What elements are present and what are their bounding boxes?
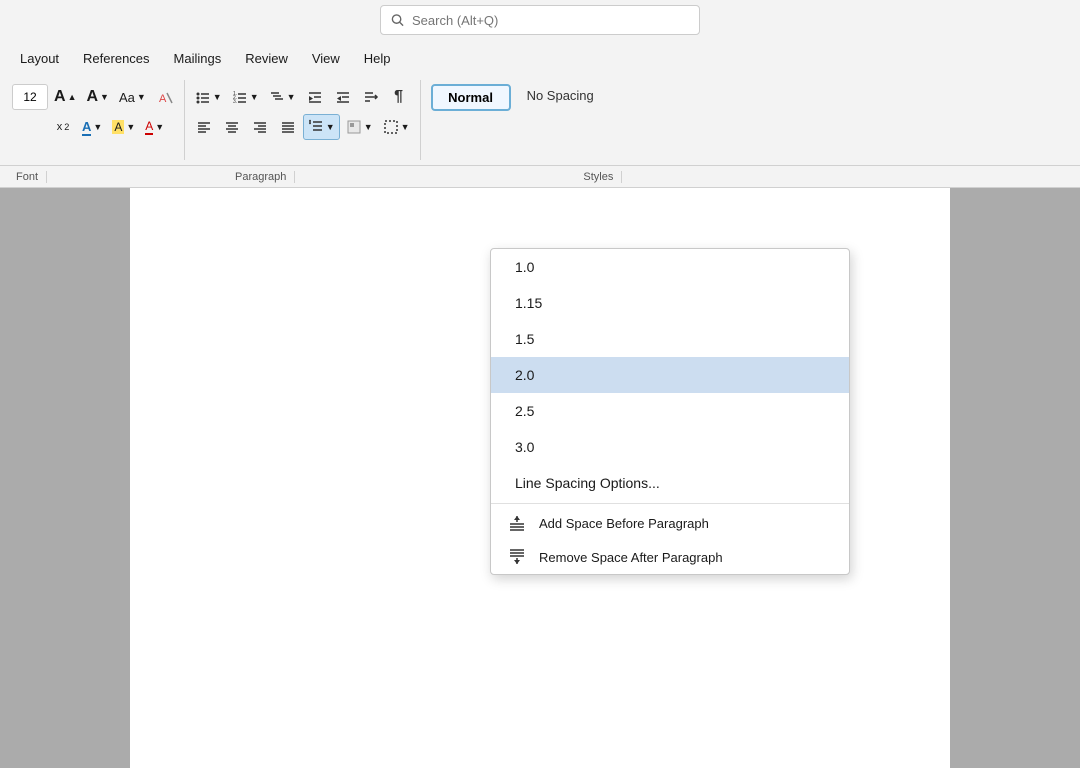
align-center-btn[interactable] [219,114,245,140]
title-bar [0,0,1080,40]
font-color-btn[interactable]: A ▼ [78,114,106,140]
sort-btn[interactable] [358,84,384,110]
align-left-btn[interactable] [191,114,217,140]
spacing-1-15[interactable]: 1.15 [491,285,849,321]
spacing-1-0[interactable]: 1.0 [491,249,849,285]
shading-btn[interactable]: ▼ [342,114,377,140]
align-right-btn[interactable] [247,114,273,140]
search-icon [391,13,404,27]
remove-space-after-paragraph[interactable]: Remove Space After Paragraph [491,540,849,574]
search-box[interactable] [380,5,700,35]
show-formatting-btn[interactable]: ¶ [386,84,412,110]
add-space-icon [507,515,527,531]
spacing-3-0[interactable]: 3.0 [491,429,849,465]
clear-format-btn[interactable]: A [152,84,178,110]
font-size-value: 12 [23,90,36,104]
add-space-before-paragraph[interactable]: Add Space Before Paragraph [491,506,849,540]
menu-bar: Layout References Mailings Review View H… [0,40,1080,76]
style-no-spacing[interactable]: No Spacing [519,84,602,107]
font-size-box[interactable]: 12 [12,84,48,110]
spacing-3-0-label: 3.0 [515,439,534,455]
paragraph-label: Paragraph [227,171,295,183]
borders-btn[interactable]: ▼ [379,114,414,140]
menu-item-help[interactable]: Help [354,47,401,70]
line-spacing-btn[interactable]: ▼ [303,114,340,140]
styles-label: Styles [575,171,622,183]
style-normal[interactable]: Normal [431,84,511,111]
dropdown-divider [491,503,849,504]
svg-text:3.: 3. [233,99,237,105]
style-normal-label: Normal [448,90,493,105]
menu-item-layout[interactable]: Layout [10,47,69,70]
font-case-btn[interactable]: Aa ▼ [115,84,150,110]
text-color-btn[interactable]: A ▼ [141,114,168,140]
svg-text:A: A [159,93,167,105]
decrease-font-btn[interactable]: A▼ [82,84,112,110]
remove-space-after-label: Remove Space After Paragraph [539,550,723,565]
ribbon: 12 A▲ A▼ Aa ▼ A x2 A ▼ [0,76,1080,166]
menu-item-view[interactable]: View [302,47,350,70]
multilevel-list-btn[interactable]: ▼ [265,84,300,110]
ribbon-bottom-labels: Font Paragraph Styles [0,166,1080,188]
line-spacing-dropdown: 1.0 1.15 1.5 2.0 2.5 3.0 Line Spacing Op… [490,248,850,575]
font-label: Font [8,171,47,183]
search-input[interactable] [412,13,689,28]
spacing-1-5-label: 1.5 [515,331,534,347]
bullet-list-btn[interactable]: ▼ [191,84,226,110]
spacing-1-0-label: 1.0 [515,259,534,275]
add-space-before-label: Add Space Before Paragraph [539,516,709,531]
line-spacing-options[interactable]: Line Spacing Options... [491,465,849,501]
remove-space-icon [507,549,527,565]
justify-btn[interactable] [275,114,301,140]
subscript-btn[interactable]: x2 [50,114,76,140]
numbered-list-btn[interactable]: 1.2.3. ▼ [228,84,263,110]
menu-item-references[interactable]: References [73,47,159,70]
spacing-1-15-label: 1.15 [515,295,542,311]
spacing-2-0[interactable]: 2.0 [491,357,849,393]
highlight-btn[interactable]: A ▼ [108,114,139,140]
menu-item-mailings[interactable]: Mailings [164,47,232,70]
menu-item-review[interactable]: Review [235,47,298,70]
decrease-indent-btn[interactable] [302,84,328,110]
spacing-2-5[interactable]: 2.5 [491,393,849,429]
spacing-2-0-label: 2.0 [515,367,534,383]
increase-indent-btn[interactable] [330,84,356,110]
spacing-1-5[interactable]: 1.5 [491,321,849,357]
style-no-spacing-label: No Spacing [527,88,594,103]
increase-font-btn[interactable]: A▲ [50,84,80,110]
line-spacing-options-label: Line Spacing Options... [515,475,660,491]
spacing-2-5-label: 2.5 [515,403,534,419]
